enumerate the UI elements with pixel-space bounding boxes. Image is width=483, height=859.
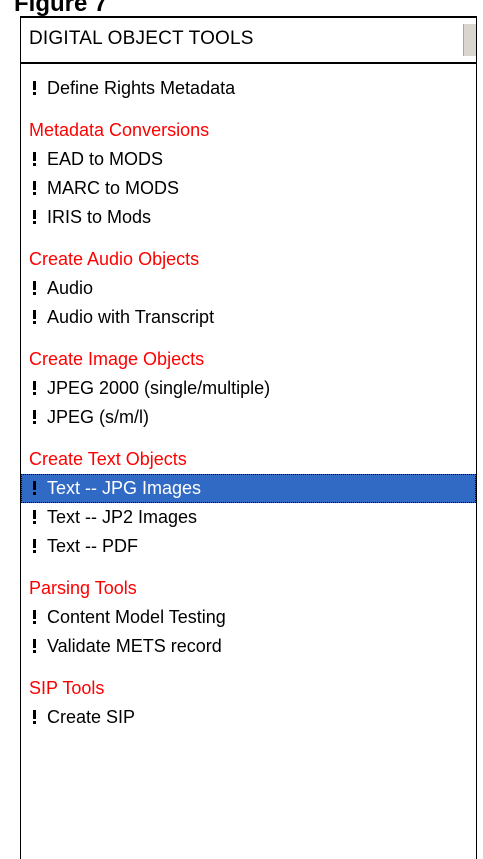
exclamation-icon (32, 408, 38, 426)
exclamation-icon (32, 608, 38, 626)
category-heading: Create Text Objects (21, 445, 476, 474)
tool-item-selected[interactable]: Text -- JPG Images (21, 474, 476, 503)
category-heading: Create Audio Objects (21, 245, 476, 274)
category-label: Parsing Tools (29, 578, 137, 598)
exclamation-icon (32, 708, 38, 726)
exclamation-icon (32, 179, 38, 197)
category-heading: Metadata Conversions (21, 116, 476, 145)
category-label: SIP Tools (29, 678, 105, 698)
tool-item[interactable]: Create SIP (21, 703, 476, 732)
category-label: Metadata Conversions (29, 120, 210, 140)
exclamation-icon (32, 537, 38, 555)
category-heading: Parsing Tools (21, 574, 476, 603)
tool-item-label: JPEG (s/m/l) (47, 407, 149, 427)
tool-item-label: Content Model Testing (47, 607, 226, 627)
tool-item-label: Text -- JP2 Images (47, 507, 198, 527)
tool-item-label: JPEG 2000 (single/multiple) (47, 378, 271, 398)
figure-label: Figure 7 (14, 0, 108, 17)
tool-item[interactable]: Text -- PDF (21, 532, 476, 561)
exclamation-icon (32, 379, 38, 397)
tool-item[interactable]: IRIS to Mods (21, 203, 476, 232)
tool-item-label: Audio (47, 278, 94, 298)
tool-item[interactable]: EAD to MODS (21, 145, 476, 174)
category-heading: SIP Tools (21, 674, 476, 703)
tool-item[interactable]: JPEG 2000 (single/multiple) (21, 374, 476, 403)
category-label: Create Text Objects (29, 449, 187, 469)
tool-item[interactable]: Audio (21, 274, 476, 303)
exclamation-icon (32, 279, 38, 297)
tool-item[interactable]: Define Rights Metadata (21, 74, 476, 103)
tool-item[interactable]: Audio with Transcript (21, 303, 476, 332)
tool-item-label: IRIS to Mods (47, 207, 152, 227)
tool-item[interactable]: Content Model Testing (21, 603, 476, 632)
exclamation-icon (32, 308, 38, 326)
tool-item[interactable]: MARC to MODS (21, 174, 476, 203)
tools-dropdown[interactable]: DIGITAL OBJECT TOOLS (21, 16, 476, 64)
tool-item[interactable]: JPEG (s/m/l) (21, 403, 476, 432)
category-label: Create Image Objects (29, 349, 205, 369)
tool-item[interactable]: Text -- JP2 Images (21, 503, 476, 532)
digital-object-tools-panel: DIGITAL OBJECT TOOLS Define Rights Metad… (20, 16, 477, 859)
dropdown-title: DIGITAL OBJECT TOOLS (29, 28, 254, 49)
exclamation-icon (32, 479, 38, 497)
tool-list[interactable]: Define Rights Metadata Metadata Conversio… (21, 74, 476, 859)
exclamation-icon (32, 208, 38, 226)
category-heading: Create Image Objects (21, 345, 476, 374)
exclamation-icon (32, 508, 38, 526)
figure: Figure 7 DIGITAL OBJECT TOOLS Define Rig… (0, 0, 483, 859)
tool-item-label: EAD to MODS (47, 149, 164, 169)
tool-item-label: Create SIP (47, 707, 136, 727)
tool-item[interactable]: Validate METS record (21, 632, 476, 661)
tool-item-label: Define Rights Metadata (47, 78, 236, 98)
exclamation-icon (32, 637, 38, 655)
category-label: Create Audio Objects (29, 249, 200, 269)
tool-item-label: MARC to MODS (47, 178, 180, 198)
exclamation-icon (32, 79, 38, 97)
tool-item-label: Text -- PDF (47, 536, 139, 556)
tool-item-label: Text -- JPG Images (47, 478, 202, 498)
dropdown-arrow-button[interactable] (463, 24, 476, 56)
tool-item-label: Validate METS record (47, 636, 222, 656)
tool-item-label: Audio with Transcript (47, 307, 215, 327)
exclamation-icon (32, 150, 38, 168)
